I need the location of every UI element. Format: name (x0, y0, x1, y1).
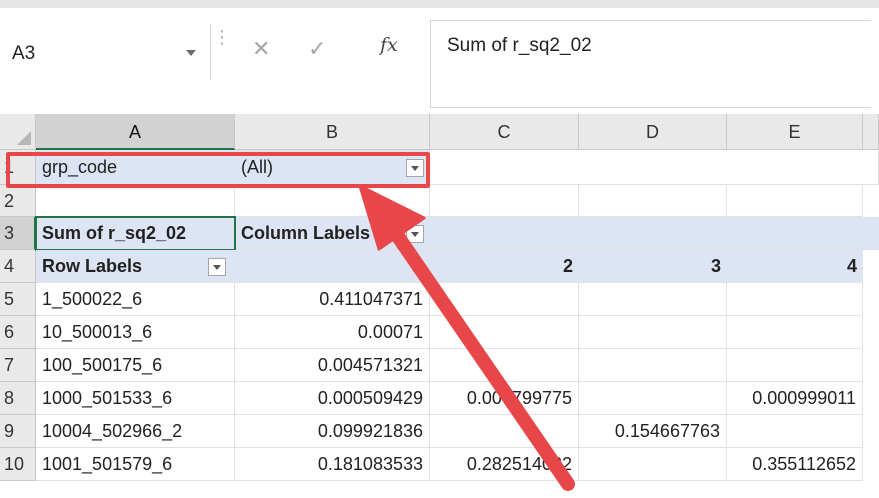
arrow-shaft (381, 215, 575, 491)
annotation-arrow (358, 184, 575, 491)
arrow-head-icon (358, 184, 426, 251)
